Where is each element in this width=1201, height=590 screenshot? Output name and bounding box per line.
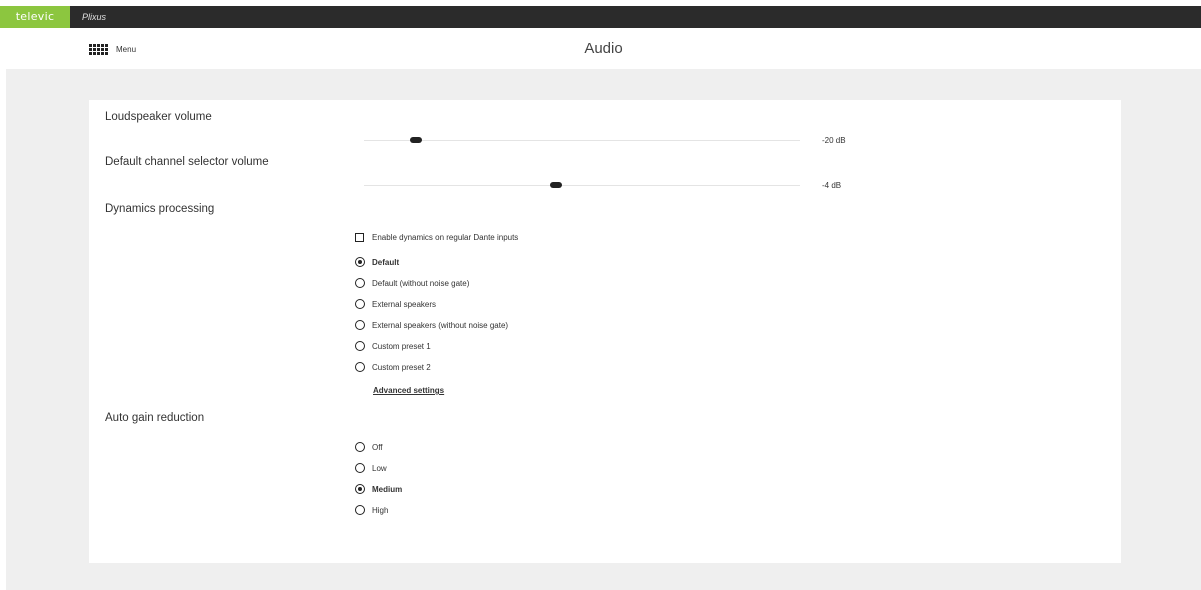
loudspeaker-volume-value: -20 dB	[822, 136, 846, 145]
radio-button[interactable]	[355, 505, 365, 515]
radio-label: Medium	[372, 484, 403, 494]
top-bar: televic Plixus	[0, 6, 1201, 28]
product-name: Plixus	[82, 12, 107, 22]
dynamics-option-default-no-gate[interactable]: Default (without noise gate)	[355, 277, 469, 289]
checkbox-box[interactable]	[355, 232, 364, 242]
auto-gain-reduction-label: Auto gain reduction	[105, 412, 205, 424]
auto-gain-option-low[interactable]: Low	[355, 462, 387, 474]
loudspeaker-volume-label: Loudspeaker volume	[105, 111, 212, 123]
auto-gain-option-off[interactable]: Off	[355, 441, 383, 453]
loudspeaker-volume-slider[interactable]	[364, 137, 800, 143]
auto-gain-option-medium[interactable]: Medium	[355, 483, 402, 495]
radio-label: Default (without noise gate)	[372, 278, 470, 288]
channel-selector-volume-value: -4 dB	[822, 181, 842, 190]
channel-selector-volume-slider[interactable]	[364, 182, 800, 188]
radio-button[interactable]	[355, 257, 365, 267]
radio-label: External speakers (without noise gate)	[372, 320, 509, 330]
radio-label: Custom preset 1	[372, 341, 431, 351]
advanced-settings-link[interactable]: Advanced settings	[373, 386, 444, 395]
radio-button[interactable]	[355, 341, 365, 351]
dynamics-option-custom-preset-2[interactable]: Custom preset 2	[355, 361, 431, 373]
radio-button[interactable]	[355, 320, 365, 330]
radio-label: Off	[372, 442, 383, 452]
brand-logo[interactable]: televic	[0, 6, 70, 28]
audio-settings-panel: Loudspeaker volume -20 dB Default channe…	[89, 100, 1121, 563]
dynamics-option-custom-preset-1[interactable]: Custom preset 1	[355, 340, 431, 352]
radio-button[interactable]	[355, 278, 365, 288]
radio-button[interactable]	[355, 463, 365, 473]
page-header: Menu Audio	[0, 28, 1201, 69]
radio-label: Low	[372, 463, 387, 473]
radio-button[interactable]	[355, 299, 365, 309]
dynamics-option-external-speakers-no-gate[interactable]: External speakers (without noise gate)	[355, 319, 508, 331]
page-title: Audio	[584, 40, 623, 57]
radio-label: Default	[372, 257, 400, 267]
radio-label: Custom preset 2	[372, 362, 431, 372]
enable-dynamics-checkbox[interactable]: Enable dynamics on regular Dante inputs	[355, 231, 518, 243]
radio-button[interactable]	[355, 484, 365, 494]
dynamics-processing-label: Dynamics processing	[105, 203, 215, 215]
radio-button[interactable]	[355, 442, 365, 452]
checkbox-label: Enable dynamics on regular Dante inputs	[372, 232, 519, 242]
radio-label: External speakers	[372, 299, 437, 309]
radio-button[interactable]	[355, 362, 365, 372]
channel-selector-volume-label: Default channel selector volume	[105, 156, 269, 168]
channel-selector-volume-thumb[interactable]	[549, 182, 562, 188]
dynamics-option-external-speakers[interactable]: External speakers	[355, 298, 436, 310]
loudspeaker-volume-thumb[interactable]	[410, 137, 423, 143]
auto-gain-option-high[interactable]: High	[355, 504, 388, 516]
radio-label: High	[372, 505, 389, 515]
dynamics-option-default[interactable]: Default	[355, 256, 399, 268]
